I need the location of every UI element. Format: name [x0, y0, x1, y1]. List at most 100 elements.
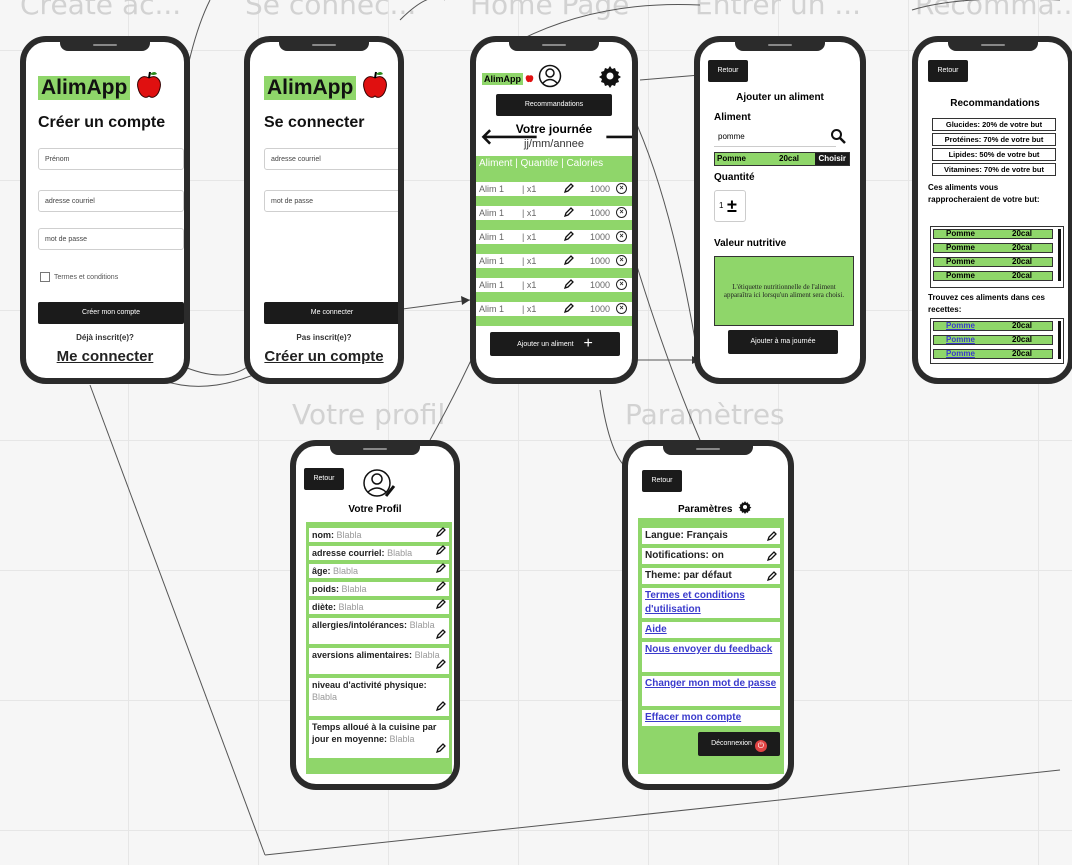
back-button[interactable]: Retour: [928, 60, 968, 82]
scrollbar[interactable]: [1058, 229, 1061, 281]
food-row[interactable]: Pomme 20cal: [933, 271, 1053, 281]
login-link[interactable]: Me connecter: [26, 348, 184, 365]
pencil-icon[interactable]: [563, 231, 574, 245]
profile-field[interactable]: âge: Blabla: [309, 563, 449, 578]
search-result-row[interactable]: Pomme 20cal Choisir: [714, 152, 850, 166]
table-row[interactable]: Alim 1 | x1 1000 ×: [476, 298, 632, 320]
settings-link-label[interactable]: Effacer mon compte: [645, 712, 741, 723]
food-cal: 20cal: [1012, 349, 1033, 358]
create-account-button[interactable]: Créer mon compte: [38, 302, 184, 324]
profile-icon[interactable]: [538, 64, 562, 93]
settings-link[interactable]: Nous envoyer du feedback: [642, 642, 780, 672]
phone-notch: [663, 446, 753, 455]
profile-field[interactable]: diète: Blabla: [309, 599, 449, 614]
pencil-icon[interactable]: [435, 701, 446, 714]
pencil-icon[interactable]: [435, 599, 446, 612]
remove-icon[interactable]: ×: [616, 183, 627, 194]
remove-icon[interactable]: ×: [616, 207, 627, 218]
password-field[interactable]: mot de passe: [38, 228, 184, 250]
table-row[interactable]: Alim 1 | x1 1000 ×: [476, 178, 632, 200]
food-row[interactable]: Pomme 20cal: [933, 229, 1053, 239]
food-name[interactable]: Pomme: [946, 336, 975, 344]
table-row[interactable]: Alim 1 | x1 1000 ×: [476, 250, 632, 272]
page-title: Se connecter: [264, 114, 365, 131]
logout-button[interactable]: Déconnexion ⏻: [698, 732, 780, 756]
profile-field[interactable]: nom: Blabla: [309, 527, 449, 542]
food-name: Alim 1: [479, 304, 505, 314]
pencil-icon[interactable]: [563, 255, 574, 269]
search-icon[interactable]: [830, 128, 846, 149]
pencil-icon[interactable]: [563, 303, 574, 317]
quantity-stepper[interactable]: 1 ±: [714, 190, 746, 222]
back-button[interactable]: Retour: [304, 468, 344, 490]
settings-link[interactable]: Aide: [642, 622, 780, 638]
pencil-icon[interactable]: [435, 581, 446, 594]
settings-link-label[interactable]: Termes et conditions d'utilisation: [645, 590, 745, 615]
profile-field[interactable]: allergies/intolérances: Blabla: [309, 618, 449, 644]
table-row[interactable]: Alim 1 | x1 1000 ×: [476, 202, 632, 224]
pencil-icon[interactable]: [435, 563, 446, 576]
settings-link-label[interactable]: Aide: [645, 624, 667, 635]
email-field[interactable]: adresse courriel: [264, 148, 398, 170]
settings-item[interactable]: Theme: par défaut: [642, 568, 780, 584]
settings-link-label[interactable]: Nous envoyer du feedback: [645, 644, 772, 655]
food-name[interactable]: Pomme: [946, 322, 975, 330]
scrollbar[interactable]: [1058, 321, 1061, 359]
result-cal: 20cal: [779, 154, 800, 163]
email-field[interactable]: adresse courriel: [38, 190, 184, 212]
pencil-icon[interactable]: [563, 183, 574, 197]
recommendations-button[interactable]: Recommandations: [496, 94, 612, 116]
profile-field[interactable]: aversions alimentaires: Blabla: [309, 648, 449, 674]
settings-link-label[interactable]: Changer mon mot de passe: [645, 678, 776, 689]
page-title: Paramètres: [678, 504, 733, 515]
profile-field[interactable]: adresse courriel: Blabla: [309, 545, 449, 560]
remove-icon[interactable]: ×: [616, 303, 627, 314]
add-to-day-button[interactable]: Ajouter à ma journée: [728, 330, 838, 354]
profile-field[interactable]: niveau d'activité physique: Blabla: [309, 678, 449, 716]
create-account-link[interactable]: Créer un compte: [250, 348, 398, 365]
profile-edit-icon[interactable]: [362, 468, 396, 505]
firstname-field[interactable]: Prénom: [38, 148, 184, 170]
field-value: Blabla: [409, 620, 435, 630]
remove-icon[interactable]: ×: [616, 231, 627, 242]
pencil-icon[interactable]: [563, 207, 574, 221]
pencil-icon[interactable]: [563, 279, 574, 293]
add-food-button[interactable]: Ajouter un aliment +: [490, 332, 620, 356]
settings-gear-icon[interactable]: [598, 64, 622, 93]
remove-icon[interactable]: ×: [616, 279, 627, 290]
pencil-icon[interactable]: [766, 551, 777, 566]
pencil-icon[interactable]: [435, 545, 446, 558]
back-button[interactable]: Retour: [708, 60, 748, 82]
food-row[interactable]: Pomme 20cal: [933, 257, 1053, 267]
settings-link[interactable]: Effacer mon compte: [642, 710, 780, 726]
profile-field[interactable]: Temps alloué à la cuisine par jour en mo…: [309, 720, 449, 758]
choose-button[interactable]: Choisir: [815, 153, 849, 165]
food-row[interactable]: Pomme 20cal: [933, 335, 1053, 345]
settings-item[interactable]: Langue: Français: [642, 528, 780, 544]
terms-checkbox[interactable]: [40, 272, 50, 282]
table-row[interactable]: Alim 1 | x1 1000 ×: [476, 274, 632, 296]
food-row[interactable]: Pomme 20cal: [933, 321, 1053, 331]
settings-link[interactable]: Changer mon mot de passe: [642, 676, 780, 706]
profile-field[interactable]: poids: Blabla: [309, 581, 449, 596]
pencil-icon[interactable]: [766, 531, 777, 546]
food-name[interactable]: Pomme: [946, 350, 975, 358]
settings-panel: Langue: Français Notifications: on Theme: …: [638, 518, 784, 774]
settings-link[interactable]: Termes et conditions d'utilisation: [642, 588, 780, 618]
food-row[interactable]: Pomme 20cal: [933, 349, 1053, 359]
back-button[interactable]: Retour: [642, 470, 682, 492]
food-row[interactable]: Pomme 20cal: [933, 243, 1053, 253]
food-search-input[interactable]: pomme: [714, 128, 836, 147]
phone-notch: [330, 446, 420, 455]
login-button[interactable]: Me connecter: [264, 302, 398, 324]
field-value: Blabla: [338, 602, 364, 612]
password-field[interactable]: mot de passe: [264, 190, 398, 212]
pencil-icon[interactable]: [435, 743, 446, 756]
pencil-icon[interactable]: [435, 527, 446, 540]
pencil-icon[interactable]: [766, 571, 777, 586]
pencil-icon[interactable]: [435, 659, 446, 672]
table-row[interactable]: Alim 1 | x1 1000 ×: [476, 226, 632, 248]
remove-icon[interactable]: ×: [616, 255, 627, 266]
pencil-icon[interactable]: [435, 629, 446, 642]
settings-item[interactable]: Notifications: on: [642, 548, 780, 564]
